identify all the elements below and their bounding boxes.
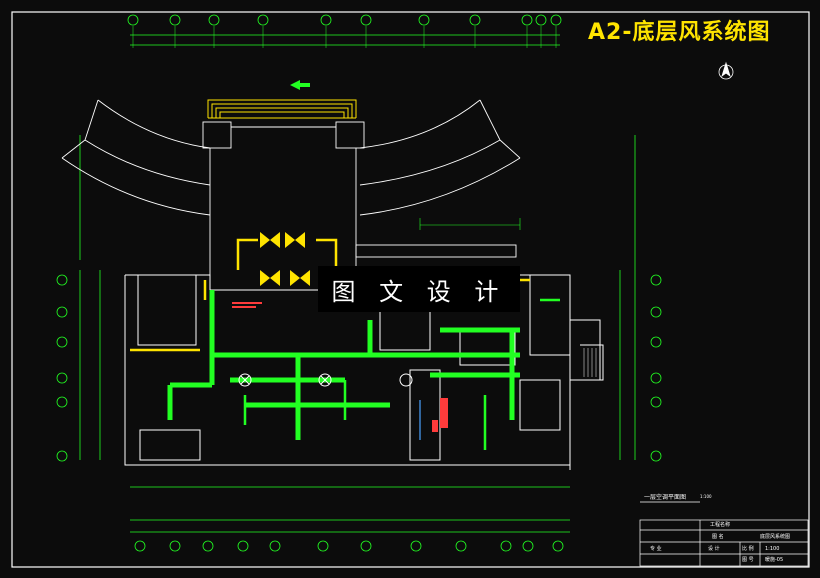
north-arrow-icon xyxy=(718,61,734,80)
title-block-drawing-label: 图 名 xyxy=(712,534,724,540)
top-dimension-row xyxy=(127,14,562,46)
title-block-drawing-name: 底层风系统图 xyxy=(760,534,791,540)
curved-wings xyxy=(61,99,521,216)
left-axis-bubbles xyxy=(56,135,101,462)
main-hall-walls xyxy=(209,148,517,280)
drawing-title: A2-底层风系统图 xyxy=(588,20,771,45)
title-block-sheet-value: 暖施-05 xyxy=(765,557,784,563)
entrance-steps xyxy=(207,99,357,119)
bottom-dimension-row xyxy=(130,486,570,552)
title-block-design-label: 设 计 xyxy=(708,546,720,552)
diffusers xyxy=(260,232,310,286)
plan-caption: 一层空调平面图 xyxy=(644,494,687,501)
title-block-project-label: 工程名称 xyxy=(710,522,731,528)
stair-hatching xyxy=(583,348,601,377)
watermark: 图 文 设 计 xyxy=(318,266,520,312)
title-block-scale-value: 1:100 xyxy=(765,546,780,552)
right-axis-bubbles xyxy=(619,135,662,462)
annotations-red xyxy=(232,302,448,432)
entry-arrow-icon xyxy=(290,80,310,90)
entry-columns xyxy=(202,121,365,149)
title-block-sheet-label: 图 号 xyxy=(742,557,754,563)
plan-scale: 1:100 xyxy=(700,494,712,499)
title-block-scale-label: 比 例 xyxy=(742,546,754,552)
interior-dimension xyxy=(419,218,521,230)
title-block-profession-label: 专 业 xyxy=(650,546,662,552)
